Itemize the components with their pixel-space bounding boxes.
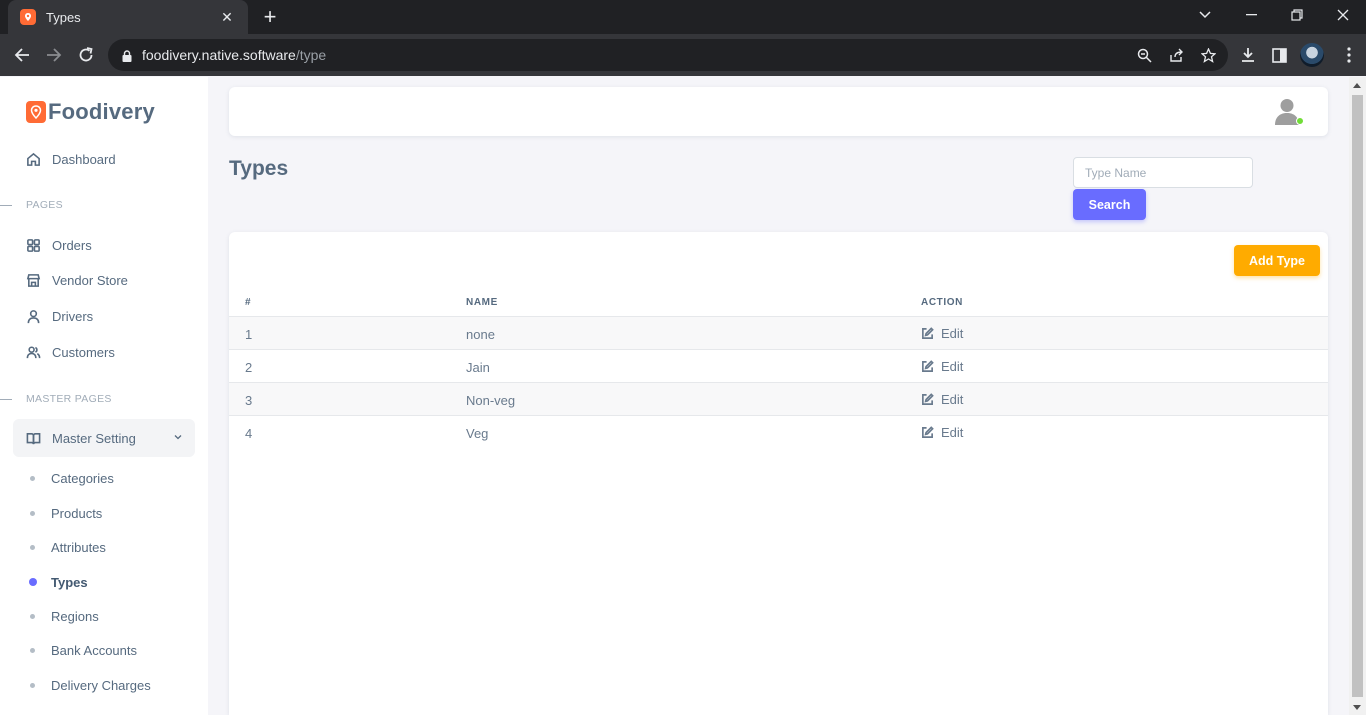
sidebar-subitem-types[interactable]: Types (29, 573, 88, 591)
sidebar-item-drivers[interactable]: Drivers (26, 306, 93, 326)
row-name: Veg (466, 426, 489, 441)
sidebar-item-customers[interactable]: Customers (26, 342, 115, 362)
row-number: 3 (245, 393, 253, 408)
store-icon (26, 273, 41, 287)
bullet-icon (30, 647, 35, 653)
scroll-up-icon[interactable] (1353, 83, 1361, 88)
profile-avatar[interactable] (1300, 43, 1324, 67)
row-name: Jain (466, 360, 490, 375)
home-icon (27, 152, 40, 166)
bullet-icon (30, 510, 35, 516)
address-bar[interactable]: foodivery.native.software/type (108, 39, 1228, 71)
bullet-icon (30, 475, 35, 481)
user-avatar[interactable] (1272, 96, 1304, 126)
sidebar-item-label: Dashboard (52, 151, 116, 167)
edit-link[interactable]: Edit (921, 359, 963, 374)
table-row: 2 Jain Edit (229, 350, 1328, 383)
row-number: 2 (245, 360, 253, 375)
sidebar-subitem-regions[interactable]: Regions (30, 607, 99, 625)
back-icon[interactable] (10, 43, 34, 67)
type-name-search-input[interactable] (1073, 157, 1253, 188)
row-name: none (466, 327, 495, 342)
brand-pin-icon (26, 101, 46, 123)
sidebar-subitem-categories[interactable]: Categories (30, 469, 114, 487)
url-text: foodivery.native.software/type (142, 47, 327, 63)
browser-menu-icon[interactable] (1340, 46, 1358, 64)
row-name: Non-veg (466, 393, 516, 408)
chevron-down-icon (174, 435, 182, 440)
scroll-down-icon[interactable] (1353, 705, 1361, 710)
online-status-dot (1296, 117, 1304, 125)
side-panel-icon[interactable] (1270, 46, 1288, 64)
edit-link[interactable]: Edit (921, 392, 963, 407)
sidebar-item-dashboard[interactable]: Dashboard (26, 149, 116, 169)
column-header-number: # (245, 297, 252, 308)
lock-icon (122, 49, 132, 62)
browser-toolbar: foodivery.native.software/type (0, 34, 1366, 76)
close-window-icon[interactable] (1320, 0, 1366, 30)
active-bullet-icon (29, 578, 37, 586)
sidebar-item-label: Master Setting (52, 430, 136, 446)
edit-link[interactable]: Edit (921, 425, 963, 440)
zoom-icon[interactable] (1136, 47, 1152, 63)
top-navbar (229, 87, 1328, 136)
favicon-icon (20, 9, 36, 25)
table-row: 1 none Edit (229, 317, 1328, 350)
sidebar-item-orders[interactable]: Orders (26, 235, 92, 255)
edit-icon (922, 393, 934, 405)
sidebar-item-label: Vendor Store (52, 272, 128, 288)
sidebar-subitem-attributes[interactable]: Attributes (30, 538, 106, 556)
page-title: Types (229, 157, 289, 180)
sidebar-subitem-delivery-charges[interactable]: Delivery Charges (30, 676, 151, 694)
edit-link[interactable]: Edit (921, 326, 963, 341)
reload-icon[interactable] (74, 43, 98, 67)
brand-name: Foodivery (48, 99, 155, 124)
add-type-button[interactable]: Add Type (1234, 245, 1320, 276)
table-row: 4 Veg Edit (229, 416, 1328, 449)
table-row: 3 Non-veg Edit (229, 383, 1328, 416)
download-icon[interactable] (1239, 46, 1257, 64)
edit-icon (922, 327, 934, 339)
bullet-icon (30, 613, 35, 619)
user-icon (27, 309, 40, 323)
row-number: 4 (245, 426, 253, 441)
bullet-icon (30, 682, 35, 688)
sidebar-item-label: Drivers (52, 308, 94, 324)
page-scrollbar[interactable] (1349, 77, 1366, 715)
tab-search-icon[interactable] (1182, 0, 1228, 30)
bookmark-star-icon[interactable] (1200, 47, 1216, 63)
sidebar-subitem-bank-accounts[interactable]: Bank Accounts (30, 641, 137, 659)
row-number: 1 (245, 327, 253, 342)
sidebar-item-label: Customers (52, 344, 115, 360)
sidebar: Foodivery Dashboard PAGES Orders Vendor … (0, 77, 208, 715)
grid-icon (27, 238, 40, 252)
book-icon (26, 432, 41, 444)
users-icon (26, 345, 41, 358)
column-header-name: NAME (466, 297, 498, 308)
tab-title: Types (46, 9, 81, 25)
sidebar-item-master-setting[interactable]: Master Setting (13, 419, 195, 457)
forward-icon[interactable] (42, 43, 66, 67)
edit-icon (922, 360, 934, 372)
table-header: # NAME ACTION (229, 292, 1328, 317)
minimize-icon[interactable] (1228, 0, 1274, 30)
section-heading-pages: PAGES (0, 199, 63, 211)
browser-tabbar: Types ✕ + (0, 0, 1366, 34)
search-button[interactable]: Search (1073, 189, 1146, 220)
section-heading-master-pages: MASTER PAGES (0, 393, 112, 405)
share-icon[interactable] (1168, 47, 1184, 63)
sidebar-item-label: Orders (52, 237, 92, 253)
tab-close-icon[interactable]: ✕ (218, 9, 236, 26)
edit-icon (922, 426, 934, 438)
scrollbar-thumb[interactable] (1352, 95, 1363, 697)
sidebar-subitem-products[interactable]: Products (30, 504, 102, 522)
browser-tab[interactable]: Types ✕ (8, 0, 248, 34)
sidebar-item-vendor-store[interactable]: Vendor Store (26, 270, 128, 290)
column-header-action: ACTION (921, 297, 963, 308)
bullet-icon (30, 544, 35, 550)
restore-icon[interactable] (1274, 0, 1320, 30)
types-table-card: Add Type # NAME ACTION 1 none Edit 2 Jai… (229, 232, 1328, 715)
new-tab-icon[interactable]: + (258, 5, 282, 29)
brand-logo[interactable]: Foodivery (26, 99, 155, 125)
